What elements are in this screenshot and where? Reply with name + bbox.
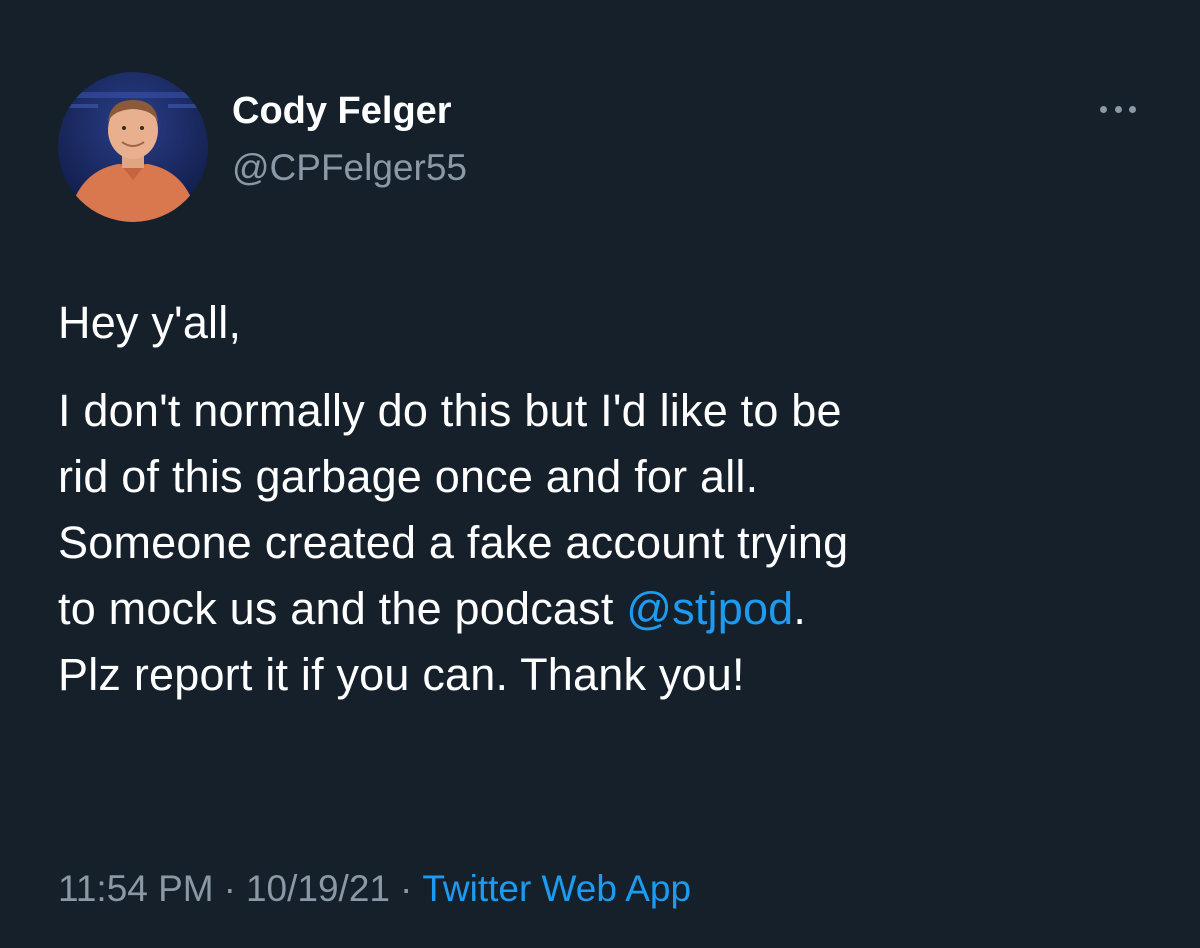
- author-name[interactable]: Cody Felger: [232, 88, 452, 134]
- tweet-line: to mock us and the podcast @stjpod.: [58, 576, 1168, 642]
- tweet-line: I don't normally do this but I'd like to…: [58, 385, 842, 436]
- author-handle[interactable]: @CPFelger55: [232, 146, 467, 190]
- tweet-date[interactable]: 10/19/21: [246, 868, 390, 909]
- tweet-line: Someone created a fake account trying: [58, 517, 849, 568]
- tweet-card: Cody Felger @CPFelger55 Hey y'all, I don…: [0, 0, 1200, 948]
- meta-separator: ·: [223, 868, 236, 909]
- tweet-line: Plz report it if you can. Thank you!: [58, 649, 745, 700]
- tweet-meta: 11:54 PM · 10/19/21 · Twitter Web App: [58, 864, 691, 914]
- mention-link[interactable]: @stjpod: [626, 583, 793, 634]
- tweet-time[interactable]: 11:54 PM: [58, 868, 214, 909]
- tweet-line-text: .: [793, 583, 807, 634]
- tweet-line: rid of this garbage once and for all.: [58, 451, 759, 502]
- meta-separator: ·: [399, 868, 413, 909]
- more-horizontal-icon: [1129, 105, 1136, 113]
- more-horizontal-icon: [1114, 105, 1122, 113]
- more-horizontal-icon: [1100, 105, 1107, 113]
- tweet-greeting: Hey y'all,: [58, 297, 242, 348]
- tweet-source-link[interactable]: Twitter Web App: [422, 868, 691, 909]
- tweet-text: Hey y'all, I don't normally do this but …: [58, 290, 1168, 708]
- more-options-button[interactable]: [1094, 94, 1142, 124]
- tweet-line-text: to mock us and the podcast: [58, 583, 627, 634]
- tweet-paragraph: I don't normally do this but I'd like to…: [58, 378, 1168, 708]
- avatar[interactable]: [58, 72, 208, 222]
